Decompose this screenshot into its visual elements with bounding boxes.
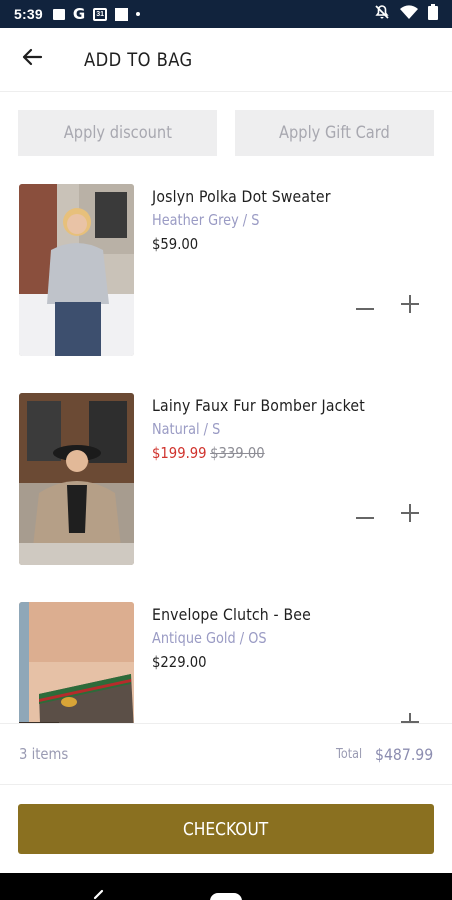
product-image-sweater[interactable] — [19, 184, 134, 356]
plus-icon — [401, 503, 419, 527]
mute-icon — [374, 4, 390, 25]
status-left-icons: G 31 — [52, 5, 141, 23]
item-variant: Antique Gold / OS — [152, 629, 267, 647]
back-button[interactable] — [0, 28, 64, 92]
item-price: $59.00 — [152, 235, 199, 253]
item-original-price: $339.00 — [210, 444, 265, 462]
promo-row: Apply discount Apply Gift Card — [18, 110, 434, 156]
increase-quantity-button[interactable] — [396, 710, 424, 723]
apply-discount-button[interactable]: Apply discount — [18, 110, 217, 156]
nav-home-icon[interactable] — [210, 893, 242, 900]
status-bar: 5:39 G 31 — [0, 0, 452, 28]
square-icon — [115, 7, 129, 21]
battery-icon — [428, 3, 438, 25]
total-label: Total — [336, 747, 363, 762]
decrease-quantity-button[interactable] — [351, 710, 379, 723]
status-right-icons — [374, 3, 438, 25]
product-image-jacket[interactable] — [19, 393, 134, 565]
cart-item-list: Joslyn Polka Dot Sweater Heather Grey / … — [0, 160, 452, 723]
system-nav-bar — [0, 873, 452, 900]
order-summary: 3 items Total $487.99 — [0, 723, 452, 785]
status-time: 5:39 — [14, 6, 43, 22]
item-name[interactable]: Joslyn Polka Dot Sweater — [152, 187, 331, 206]
cart-item: Envelope Clutch - Bee Antique Gold / OS … — [0, 578, 452, 723]
item-price: $229.00 — [152, 653, 207, 671]
page-title: ADD TO BAG — [84, 48, 193, 71]
nav-back-icon[interactable] — [92, 889, 106, 900]
dot-icon — [136, 12, 141, 16]
item-name[interactable]: Envelope Clutch - Bee — [152, 605, 311, 624]
item-price-row: $59.00 — [152, 235, 198, 253]
minus-icon — [356, 506, 374, 524]
cart-item: Joslyn Polka Dot Sweater Heather Grey / … — [0, 160, 452, 356]
item-price-row: $229.00 — [152, 653, 207, 671]
app-header: ADD TO BAG — [0, 28, 452, 92]
calendar-icon: 31 — [93, 7, 108, 21]
apply-gift-card-button[interactable]: Apply Gift Card — [235, 110, 434, 156]
google-g-icon: G — [72, 5, 86, 23]
minus-icon — [356, 297, 374, 315]
item-price-row: $199.99 $339.00 — [152, 444, 265, 462]
product-image-clutch[interactable] — [19, 602, 134, 723]
cart-item: Lainy Faux Fur Bomber Jacket Natural / S… — [0, 369, 452, 565]
item-variant: Heather Grey / S — [152, 211, 260, 229]
apply-discount-label: Apply discount — [63, 123, 172, 143]
arrow-left-icon — [21, 48, 43, 71]
total-value: $487.99 — [375, 745, 434, 764]
increase-quantity-button[interactable] — [396, 292, 424, 320]
checkout-button[interactable]: CHECKOUT — [18, 804, 434, 854]
minus-icon — [356, 715, 374, 723]
checkout-label: CHECKOUT — [183, 818, 269, 840]
decrease-quantity-button[interactable] — [351, 292, 379, 320]
item-variant: Natural / S — [152, 420, 221, 438]
item-count: 3 items — [19, 745, 69, 763]
increase-quantity-button[interactable] — [396, 501, 424, 529]
decrease-quantity-button[interactable] — [351, 501, 379, 529]
item-sale-price: $199.99 — [152, 444, 207, 462]
item-name[interactable]: Lainy Faux Fur Bomber Jacket — [152, 396, 365, 415]
wifi-icon — [400, 4, 418, 24]
plus-icon — [401, 712, 419, 723]
apply-gift-card-label: Apply Gift Card — [279, 123, 390, 143]
photo-icon — [52, 8, 65, 20]
plus-icon — [401, 294, 419, 318]
